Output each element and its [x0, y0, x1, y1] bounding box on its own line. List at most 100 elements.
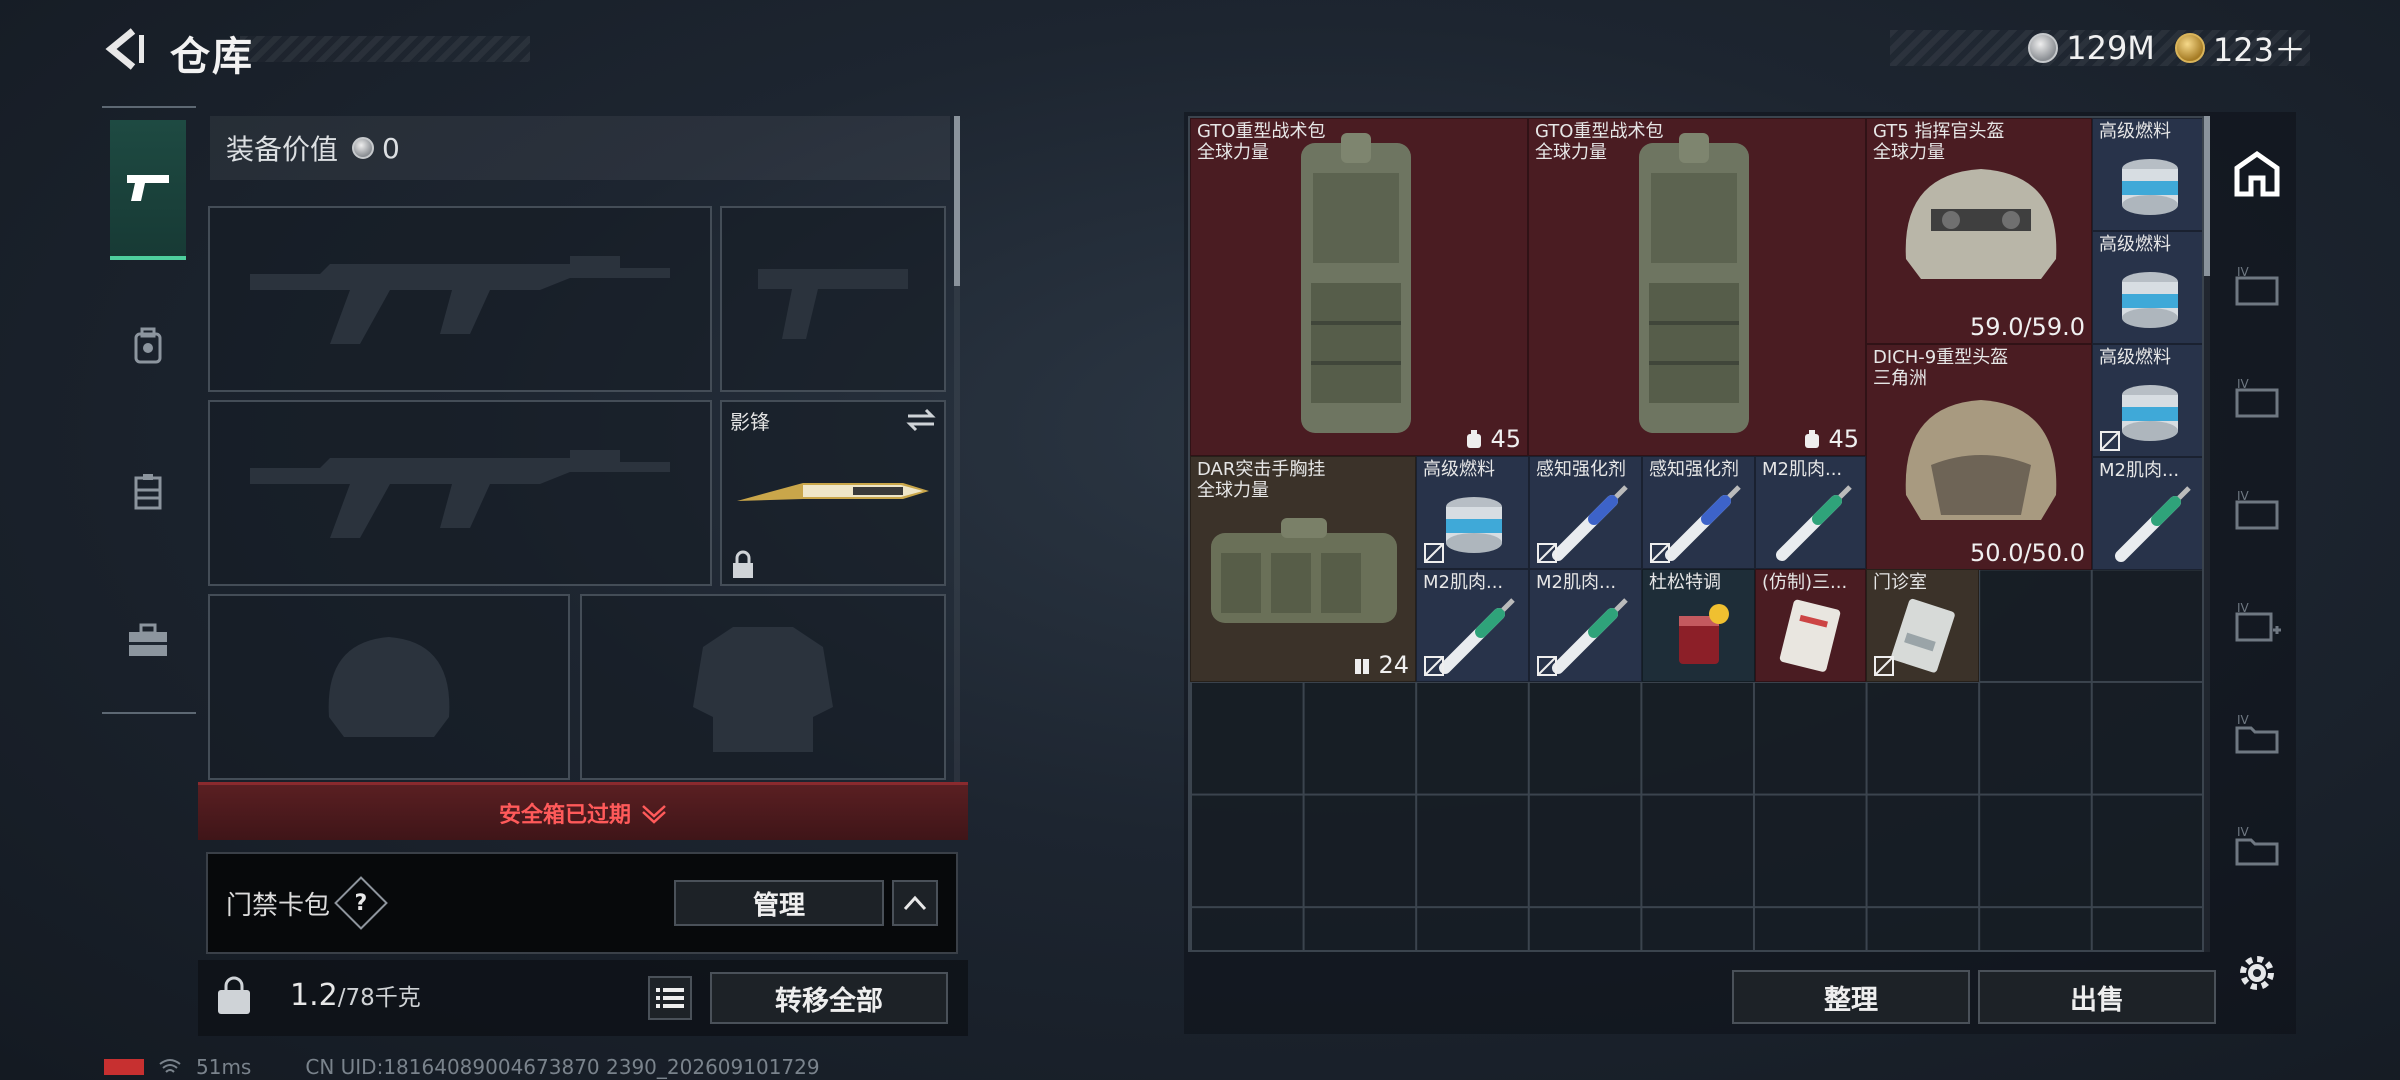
swap-icon[interactable]	[906, 408, 936, 432]
item-name: DAR突击手胸挂 全球力量	[1197, 459, 1326, 501]
transfer-all-button[interactable]: 转移全部	[710, 972, 948, 1024]
no-bring-out-icon	[1874, 656, 1894, 676]
battery-icon	[104, 1059, 144, 1075]
stash-item-chest-rig[interactable]: DAR突击手胸挂 全球力量 24	[1190, 456, 1416, 682]
list-button[interactable]	[648, 976, 692, 1020]
gold-amount: 123＋	[2212, 31, 2306, 69]
list-icon	[656, 988, 684, 1008]
sell-button[interactable]: 出售	[1978, 970, 2216, 1024]
fuel-can-art	[2122, 385, 2178, 441]
wifi-icon	[159, 1059, 181, 1073]
stash-item-dich9-helmet[interactable]: DICH-9重型头盔 三角洲 50.0/50.0	[1866, 344, 2092, 570]
no-bring-out-icon	[1650, 543, 1670, 563]
stash-item-fuel-4[interactable]: 高级燃料	[1416, 456, 1529, 569]
backpack-icon	[134, 327, 162, 364]
svg-text:IV: IV	[2237, 489, 2250, 503]
item-name: 感知强化剂	[1649, 459, 1739, 480]
svg-text:IV: IV	[2237, 713, 2250, 727]
status-bar: 51ms CN UID:18164089004673870 2390_20260…	[104, 1055, 820, 1079]
stash-item-fuel-1[interactable]: 高级燃料	[2092, 118, 2202, 231]
weight-max: /78千克	[337, 985, 421, 1011]
folder-icon: IV	[2235, 713, 2279, 754]
item-name: 高级燃料	[2099, 121, 2171, 142]
tab-vest[interactable]	[110, 422, 186, 562]
injector-art	[1665, 485, 1741, 561]
stash-item-imitation[interactable]: (仿制)三...	[1755, 569, 1866, 682]
chevron-down-icon	[642, 804, 666, 824]
back-button[interactable]	[100, 24, 150, 74]
equip-value-label: 装备价值	[226, 133, 339, 166]
stash-side-tabs: IV IV IV IV IV IV	[2226, 116, 2288, 916]
tab-stash-folder-2[interactable]: IV	[2226, 796, 2288, 896]
tab-stash-3[interactable]: IV	[2226, 460, 2288, 560]
sort-button[interactable]: 整理	[1732, 970, 1970, 1024]
stash-add-icon: IV	[2235, 601, 2281, 642]
tab-stash-1[interactable]: IV	[2226, 236, 2288, 336]
injector-art	[1552, 485, 1628, 561]
stash-item-backpack-2[interactable]: GTO重型战术包 全球力量 45	[1528, 118, 1866, 456]
armor-slot[interactable]	[580, 594, 946, 780]
stash-box-icon: IV	[2235, 377, 2279, 418]
loadout-scrollbar[interactable]	[954, 116, 960, 786]
backpack-capacity-icon	[1804, 430, 1819, 448]
folder-icon: IV	[2235, 825, 2279, 866]
tab-weapons[interactable]	[110, 120, 186, 260]
no-bring-out-icon	[1424, 656, 1444, 676]
weight-current: 1.2	[290, 978, 338, 1013]
stash-item-clinic-card[interactable]: 门诊室	[1866, 569, 1979, 682]
silver-coin-icon	[352, 137, 375, 159]
silver-coin-icon	[2028, 33, 2059, 63]
stash-item-fuel-2[interactable]: 高级燃料	[2092, 231, 2202, 344]
stash-grid[interactable]: GTO重型战术包 全球力量 45 GTO重型战术包 全球力量 45 GT5 指挥…	[1188, 116, 2204, 952]
primary-weapon-slot-1[interactable]	[208, 206, 712, 392]
gear-icon	[2240, 956, 2274, 990]
svg-text:IV: IV	[2237, 377, 2250, 391]
kg-lock-icon	[218, 976, 250, 1014]
stash-scrollbar[interactable]	[2204, 116, 2210, 952]
item-name: 高级燃料	[2099, 234, 2171, 255]
injector-art	[1776, 485, 1852, 561]
tab-safehouse[interactable]	[2226, 124, 2288, 224]
item-name: M2肌肉...	[1423, 572, 1504, 593]
loadout-scroll-thumb[interactable]	[954, 116, 960, 286]
item-qty: 24	[1353, 651, 1409, 679]
stash-item-cocktail[interactable]: 杜松特调	[1642, 569, 1755, 682]
tab-backpack[interactable]	[110, 276, 186, 416]
expand-button[interactable]	[892, 880, 938, 926]
help-icon[interactable]: ?	[334, 876, 388, 930]
gold-currency[interactable]: 123＋	[2174, 25, 2306, 71]
stash-item-m2-3[interactable]: M2肌肉...	[1416, 569, 1529, 682]
chest-rig-art	[1211, 518, 1397, 623]
item-name: 感知强化剂	[1536, 459, 1626, 480]
fuel-can-art	[2122, 272, 2178, 328]
tab-stash-2[interactable]: IV	[2226, 348, 2288, 448]
silver-currency[interactable]: 129M	[2028, 29, 2155, 67]
melee-slot[interactable]: 影锋	[720, 400, 946, 586]
manage-button[interactable]: 管理	[674, 880, 884, 926]
lock-icon	[733, 550, 753, 578]
primary-weapon-slot-2[interactable]	[208, 400, 712, 586]
stash-item-fuel-3[interactable]: 高级燃料	[2092, 344, 2202, 457]
safe-box-banner[interactable]: 安全箱已过期	[198, 782, 968, 840]
stash-box-icon: IV	[2235, 265, 2279, 306]
pistol-icon	[127, 175, 169, 201]
equip-value-bar: 装备价值 0	[210, 116, 950, 180]
stash-scroll-thumb[interactable]	[2204, 116, 2210, 276]
stash-item-m2-2[interactable]: M2肌肉...	[2092, 457, 2202, 570]
settings-button[interactable]	[2234, 950, 2280, 1000]
pistol-silhouette	[758, 269, 908, 339]
stash-item-backpack-1[interactable]: GTO重型战术包 全球力量 45	[1190, 118, 1528, 456]
tab-stash-folder-1[interactable]: IV	[2226, 684, 2288, 784]
tab-toolbox[interactable]	[110, 570, 186, 710]
stash-item-m2-4[interactable]: M2肌肉...	[1529, 569, 1642, 682]
silver-amount: 129M	[2066, 29, 2155, 67]
stash-item-m2-1[interactable]: M2肌肉...	[1755, 456, 1866, 569]
stash-item-enhancer-2[interactable]: 感知强化剂	[1642, 456, 1755, 569]
item-name: 杜松特调	[1649, 572, 1721, 593]
sidearm-slot[interactable]	[720, 206, 946, 392]
helmet-slot[interactable]	[208, 594, 570, 780]
weight-bar: 1.2/78千克 转移全部	[198, 960, 968, 1036]
stash-item-gt5-helmet[interactable]: GT5 指挥官头盔 全球力量 59.0/59.0	[1866, 118, 2092, 344]
tab-stash-add[interactable]: IV	[2226, 572, 2288, 672]
stash-item-enhancer-1[interactable]: 感知强化剂	[1529, 456, 1642, 569]
